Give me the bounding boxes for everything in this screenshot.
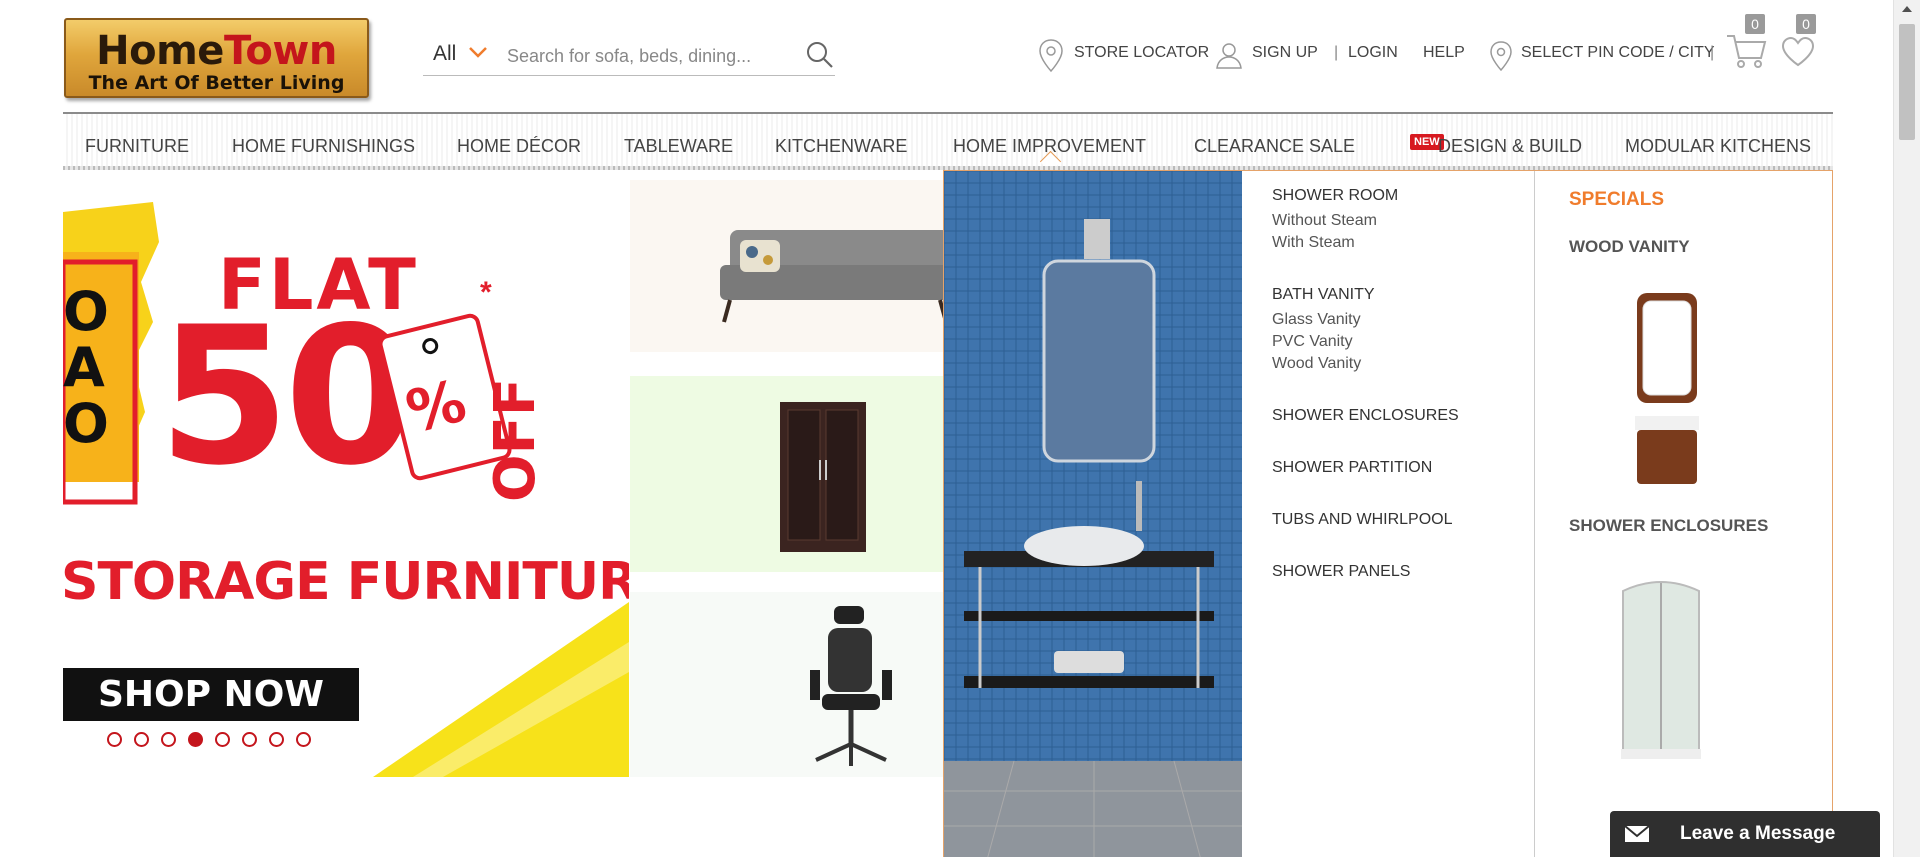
special-wood-vanity-label[interactable]: WOOD VANITY (1569, 237, 1690, 257)
nav-item-furniture[interactable]: FURNITURE (85, 136, 189, 157)
leave-message-label: Leave a Message (1680, 823, 1836, 844)
hero-discount-value: 50 (158, 286, 416, 507)
search-icon[interactable] (805, 40, 835, 70)
wishlist-button[interactable]: 0 (1780, 14, 1830, 70)
nav-item-home-improvement[interactable]: HOME IMPROVEMENT (953, 136, 1146, 157)
carousel-dot[interactable] (107, 732, 122, 747)
carousel-dot[interactable] (134, 732, 149, 747)
pin-code-link[interactable]: SELECT PIN CODE / CITY (1521, 44, 1715, 62)
menu-bath-vanity[interactable]: BATH VANITY (1272, 286, 1375, 304)
logo-word-home: Home (96, 28, 224, 74)
search-bar: All (423, 36, 835, 76)
logo-tagline: The Art Of Better Living (88, 72, 345, 94)
hero-off-text: OFF (483, 377, 548, 502)
menu-wood-vanity[interactable]: Wood Vanity (1272, 355, 1361, 373)
shower-enclosure-image[interactable] (1619, 571, 1703, 761)
logo-wordmark: HomeTown (66, 28, 367, 74)
nav-item-clearance-sale[interactable]: CLEARANCE SALE (1194, 136, 1355, 157)
sign-up-link[interactable]: SIGN UP (1252, 44, 1318, 62)
menu-shower-panels[interactable]: SHOWER PANELS (1272, 563, 1410, 581)
carousel-dot[interactable] (161, 732, 176, 747)
bath-vanity-promo-image[interactable] (944, 171, 1242, 857)
page: HomeTown The Art Of Better Living All ST… (0, 0, 1920, 857)
location-pin-icon (1039, 39, 1063, 73)
scrollbar-thumb[interactable] (1899, 24, 1915, 140)
link-separator: | (1334, 44, 1339, 61)
logo-word-town: Town (223, 28, 337, 74)
chair-tile[interactable] (630, 592, 943, 777)
cart-count-badge: 0 (1745, 14, 1765, 34)
page-scrollbar[interactable] (1893, 0, 1920, 857)
nav-item-home-decor[interactable]: HOME DÉCOR (457, 136, 581, 157)
nav-item-home-furnishings[interactable]: HOME FURNISHINGS (232, 136, 415, 157)
shop-now-button[interactable]: SHOP NOW (63, 668, 359, 721)
menu-glass-vanity[interactable]: Glass Vanity (1272, 311, 1361, 329)
carousel-dot[interactable] (296, 732, 311, 747)
office-chair-image (810, 606, 892, 766)
carousel-dot[interactable] (242, 732, 257, 747)
chevron-down-icon[interactable] (467, 44, 489, 60)
heart-icon (1781, 36, 1815, 67)
promo-tiles (630, 172, 950, 777)
wood-vanity-image[interactable] (1635, 291, 1699, 486)
leave-message-button[interactable]: Leave a Message (1610, 811, 1880, 857)
carousel-dot[interactable] (269, 732, 284, 747)
wishlist-count-badge: 0 (1796, 14, 1816, 34)
search-category-select[interactable]: All (433, 42, 456, 66)
specials-panel: SPECIALS WOOD VANITY SHOWER ENCLOSURES (1534, 171, 1834, 857)
sofa-tile[interactable] (630, 180, 950, 352)
hero-banner[interactable]: OAO FLAT 50 % * OFF STORAGE FURNITURE SH… (63, 172, 629, 777)
carousel-dot[interactable] (188, 732, 203, 747)
nav-item-tableware[interactable]: TABLEWARE (624, 136, 733, 157)
main-nav: FURNITURE HOME FURNISHINGS HOME DÉCOR TA… (63, 112, 1833, 170)
cabinet-tile[interactable] (630, 376, 943, 572)
scroll-up-arrow-icon[interactable] (1902, 6, 1912, 12)
cart-button[interactable]: 0 (1725, 14, 1775, 70)
user-icon (1216, 43, 1242, 69)
menu-shower-room[interactable]: SHOWER ROOM (1272, 187, 1398, 205)
nav-item-kitchenware[interactable]: KITCHENWARE (775, 136, 907, 157)
percent-symbol: % (399, 366, 473, 447)
carousel-dot[interactable] (215, 732, 230, 747)
menu-shower-partition[interactable]: SHOWER PARTITION (1272, 459, 1432, 477)
pin-code-icon (1490, 41, 1512, 72)
special-shower-enclosures-label[interactable]: SHOWER ENCLOSURES (1569, 516, 1768, 536)
cart-icon (1727, 35, 1767, 68)
help-link[interactable]: HELP (1423, 44, 1465, 62)
bathroom-image (944, 171, 1242, 857)
menu-without-steam[interactable]: Without Steam (1272, 212, 1377, 230)
cabinet-image (780, 402, 866, 552)
menu-tubs-and-whirlpool[interactable]: TUBS AND WHIRLPOOL (1272, 511, 1452, 529)
nav-item-modular-kitchens[interactable]: MODULAR KITCHENS (1625, 136, 1811, 157)
link-separator: | (1710, 44, 1715, 61)
envelope-icon (1624, 825, 1650, 842)
menu-pvc-vanity[interactable]: PVC Vanity (1272, 333, 1353, 351)
menu-shower-enclosures[interactable]: SHOWER ENCLOSURES (1272, 407, 1459, 425)
hero-subline: STORAGE FURNITURE (63, 552, 629, 612)
home-improvement-mega-menu: SHOWER ROOM Without Steam With Steam BAT… (943, 170, 1833, 857)
menu-with-steam[interactable]: With Steam (1272, 234, 1355, 252)
hero-asterisk: * (480, 276, 492, 309)
store-locator-link[interactable]: STORE LOCATOR (1074, 44, 1209, 62)
hometown-logo[interactable]: HomeTown The Art Of Better Living (64, 18, 369, 98)
price-tag-hole (420, 336, 440, 356)
hero-edge-letters: OAO (63, 280, 109, 455)
nav-item-design-build[interactable]: DESIGN & BUILD (1438, 136, 1582, 157)
specials-title: SPECIALS (1569, 189, 1665, 210)
sofa-image (720, 230, 950, 323)
login-link[interactable]: LOGIN (1348, 44, 1398, 62)
search-input[interactable] (507, 42, 777, 70)
